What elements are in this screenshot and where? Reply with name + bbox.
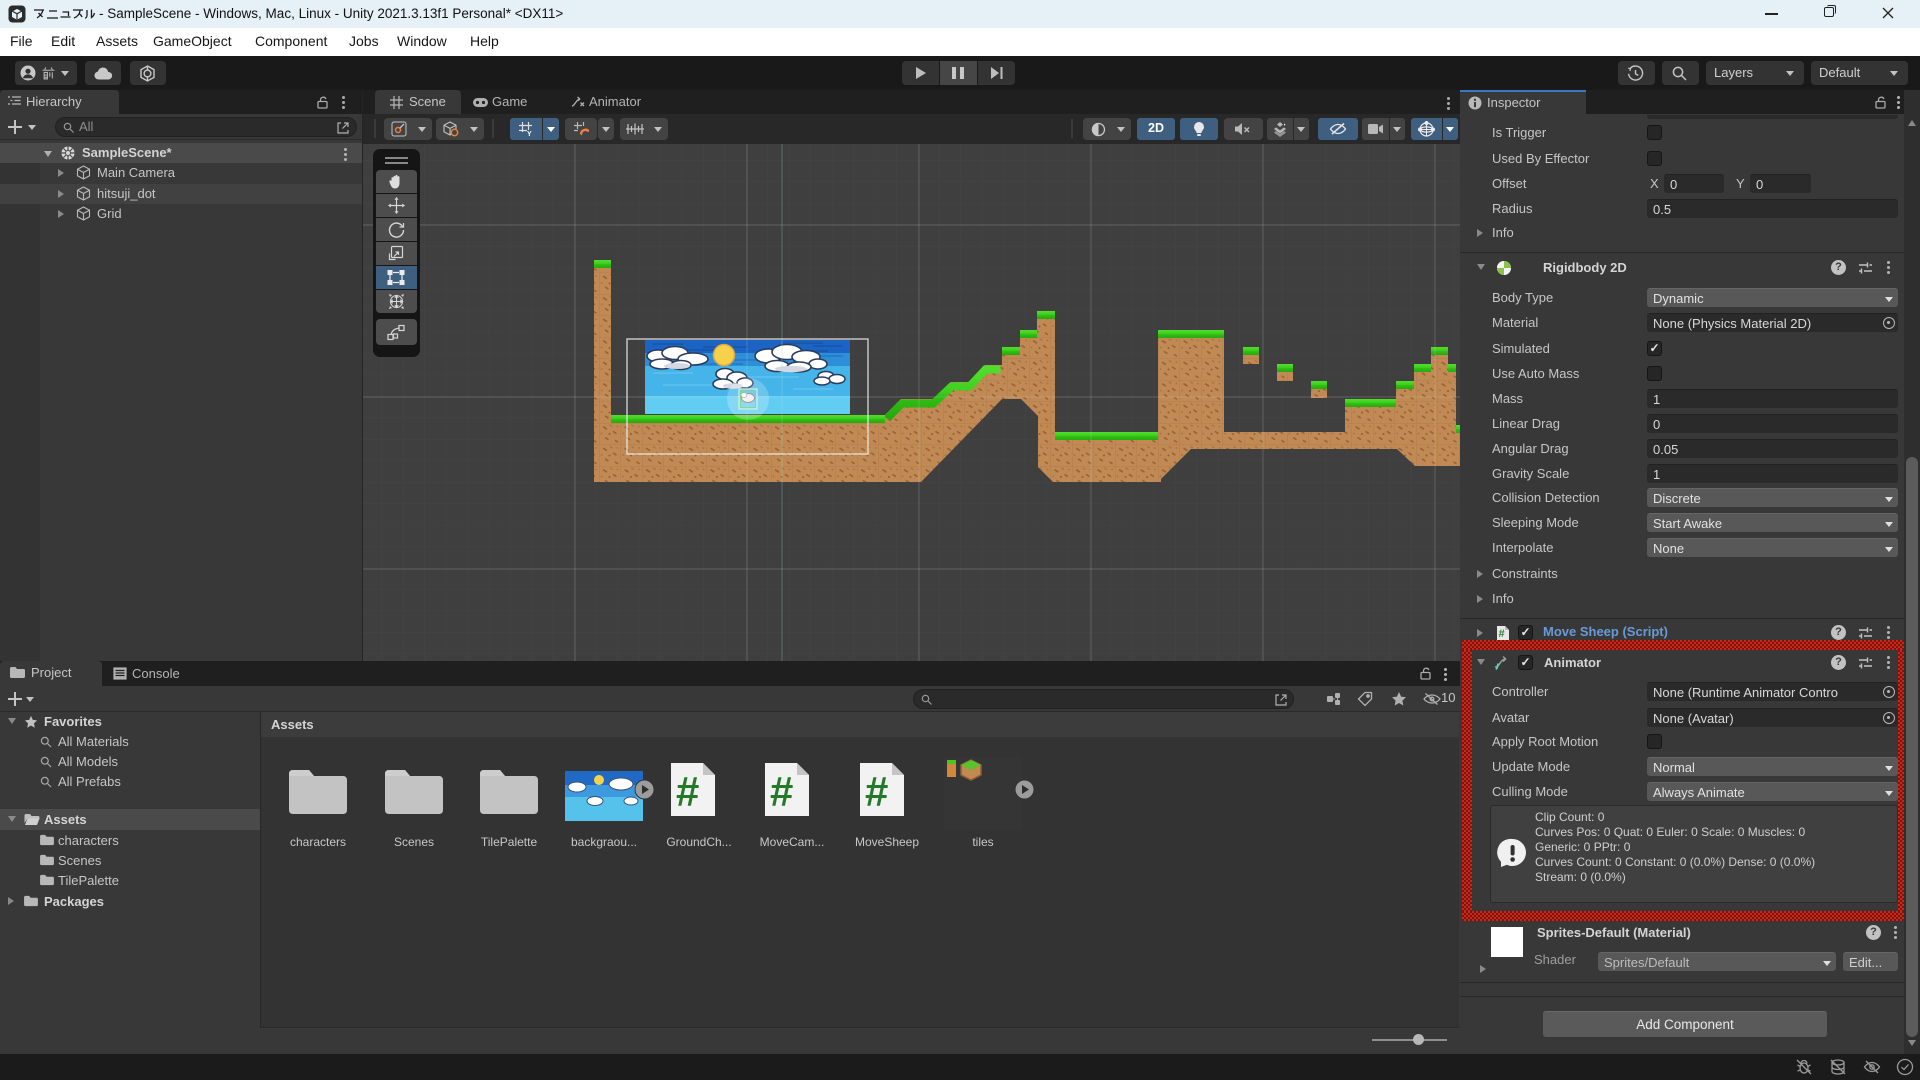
svg-text:Y: Y: [527, 131, 532, 137]
svg-text:#: #: [865, 768, 888, 815]
svg-text:#: #: [676, 768, 699, 815]
svg-text:#: #: [770, 768, 793, 815]
svg-text:#: #: [1499, 628, 1505, 640]
